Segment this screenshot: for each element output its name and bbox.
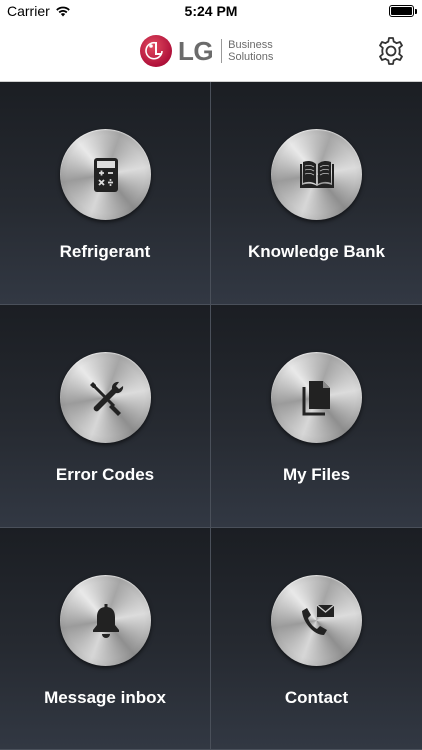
lg-face-icon xyxy=(145,41,163,60)
tile-error-codes[interactable]: Error Codes xyxy=(0,305,211,528)
files-icon xyxy=(302,380,330,415)
logo-divider xyxy=(221,39,223,63)
tile-my-files-button[interactable] xyxy=(271,352,362,443)
tile-knowledge-bank-button[interactable] xyxy=(271,129,362,220)
tile-contact-label: Contact xyxy=(284,688,349,707)
battery-level xyxy=(391,7,412,15)
battery-icon xyxy=(389,5,417,17)
tools-icon xyxy=(89,381,123,416)
tile-refrigerant[interactable]: Refrigerant xyxy=(0,82,211,305)
book-icon xyxy=(299,160,334,188)
tile-my-files[interactable]: My Files xyxy=(211,305,422,528)
tile-knowledge-bank-label: Knowledge Bank xyxy=(248,242,385,261)
brand-name: LG xyxy=(178,35,214,66)
lg-logo-mark xyxy=(140,35,172,67)
status-left: Carrier xyxy=(7,3,71,19)
calculator-icon xyxy=(93,157,118,192)
tile-message-inbox[interactable]: Message inbox xyxy=(0,528,211,750)
brand-subtitle-line2: Solutions xyxy=(228,51,274,63)
settings-button[interactable] xyxy=(375,35,407,67)
lg-logo: LG Business Solutions xyxy=(140,34,273,68)
wifi-icon xyxy=(55,6,70,17)
tile-error-codes-label: Error Codes xyxy=(55,465,155,484)
tile-contact-button[interactable] xyxy=(271,575,362,666)
menu-grid: Refrigerant Knowledge Bank Error Codes M… xyxy=(0,82,422,750)
tile-message-inbox-label: Message inbox xyxy=(44,688,166,707)
tile-refrigerant-label: Refrigerant xyxy=(59,242,151,261)
tile-my-files-label: My Files xyxy=(282,465,351,484)
status-bar: Carrier 5:24 PM xyxy=(0,0,422,22)
gear-icon xyxy=(379,37,403,65)
tile-knowledge-bank[interactable]: Knowledge Bank xyxy=(211,82,422,305)
app-header: LG Business Solutions xyxy=(0,22,422,82)
tile-contact[interactable]: Contact xyxy=(211,528,422,750)
carrier-label: Carrier xyxy=(7,3,50,19)
tile-refrigerant-button[interactable] xyxy=(60,129,151,220)
brand-subtitle: Business Solutions xyxy=(228,39,273,63)
tile-error-codes-button[interactable] xyxy=(60,352,151,443)
phone-mail-icon xyxy=(301,603,334,635)
tile-message-inbox-button[interactable] xyxy=(60,575,151,666)
brand-subtitle-line1: Business xyxy=(228,39,273,51)
bell-icon xyxy=(92,603,119,638)
